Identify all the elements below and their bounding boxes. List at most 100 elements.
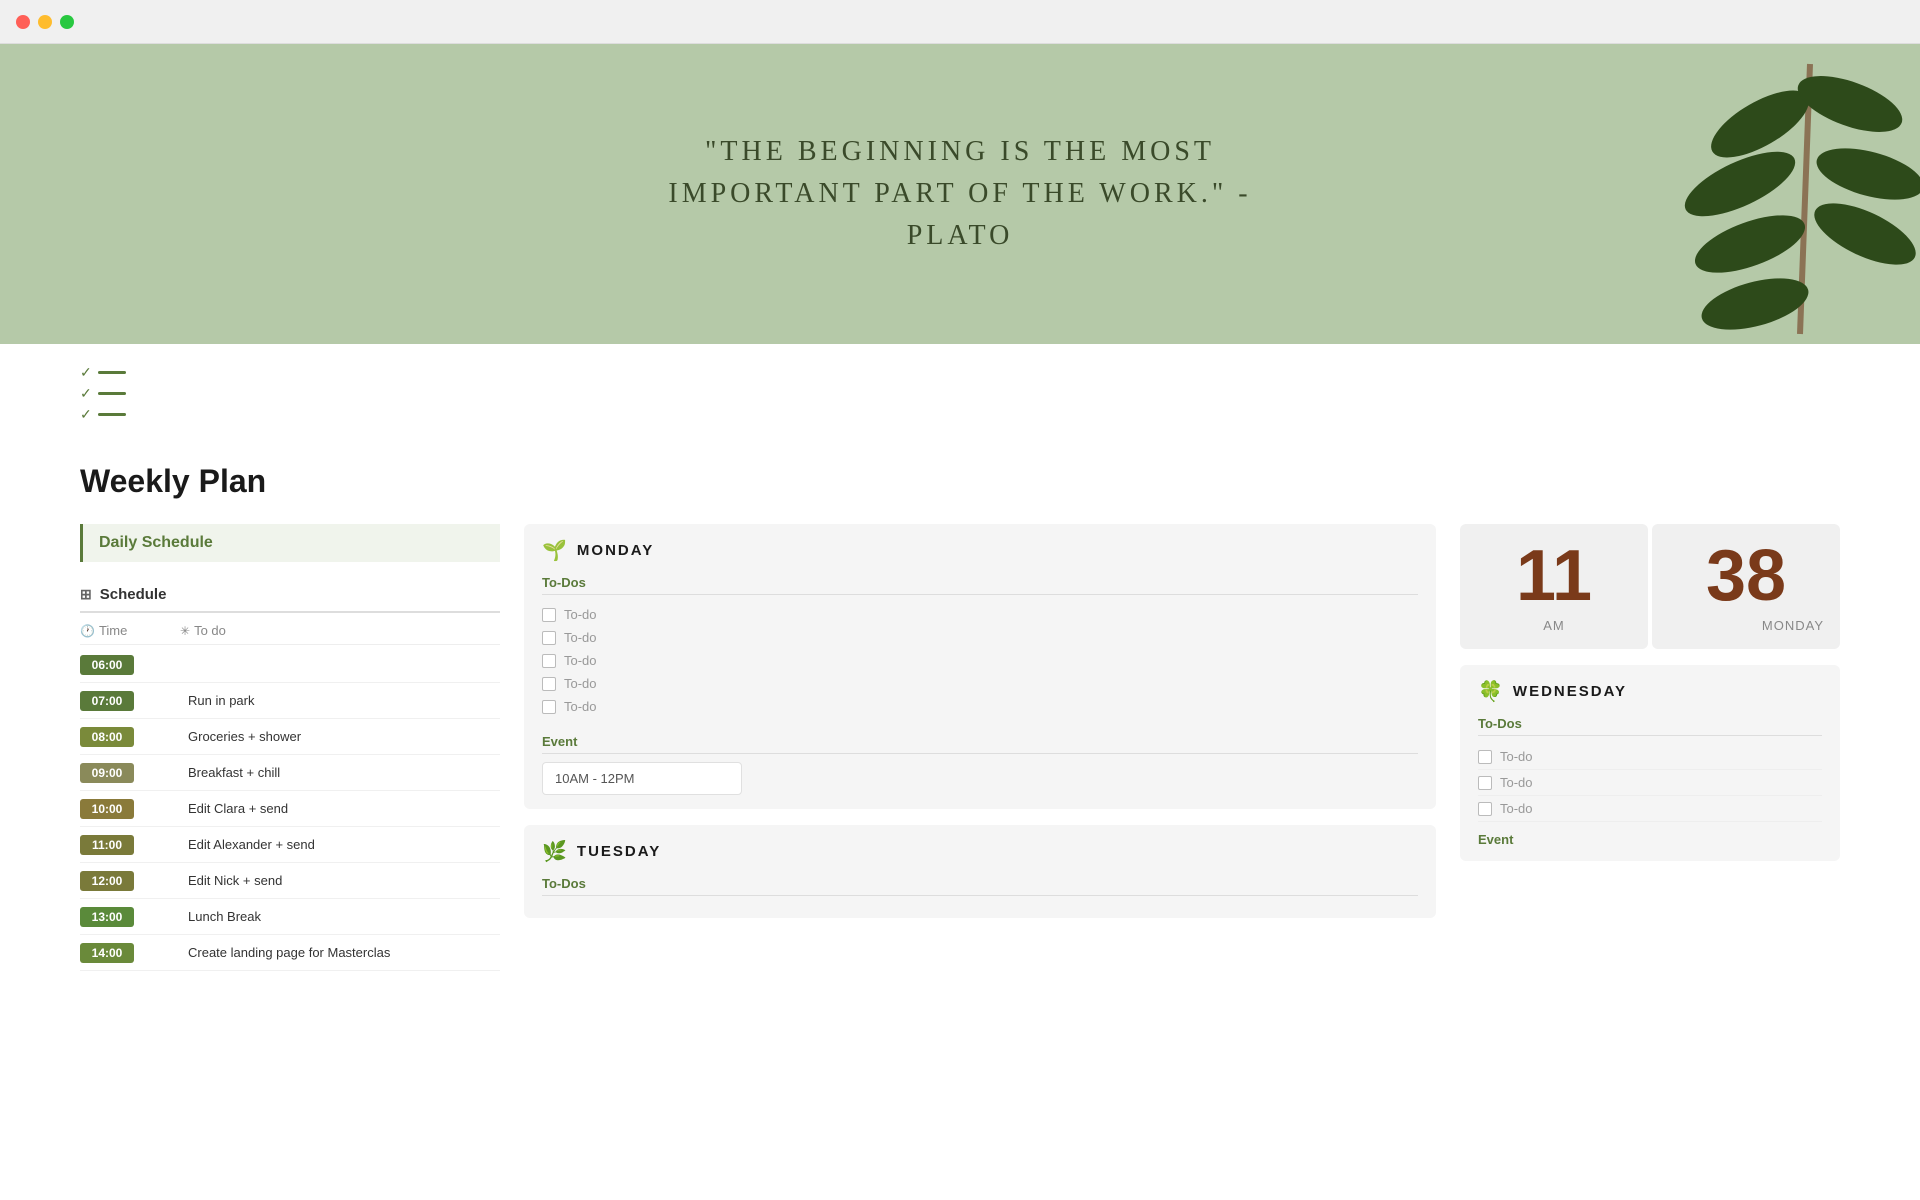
schedule-column-headers: 🕐 Time ✳ To do [80, 617, 500, 645]
clock-icon: 🕐 [80, 624, 95, 638]
clock-minute: 38 [1706, 540, 1786, 612]
schedule-row: 12:00 Edit Nick + send [80, 863, 500, 899]
schedule-rows: 06:00 07:00 Run in park 08:00 Groceries … [80, 647, 500, 971]
check-icon-2: ✓ [80, 385, 92, 402]
wednesday-todo-list: To-do To-do To-do [1478, 744, 1822, 822]
tuesday-name: TUESDAY [577, 843, 661, 860]
right-column: 11 AM 38 MONDAY 🍀 WEDNESDAY To-Dos [1460, 524, 1840, 861]
monday-event-label: Event [542, 734, 1418, 754]
time-cell: 08:00 [80, 727, 180, 747]
time-cell: 07:00 [80, 691, 180, 711]
minimize-button[interactable] [38, 15, 52, 29]
todo-item: To-do [542, 672, 1418, 695]
task-text: Breakfast + chill [180, 761, 500, 784]
daily-schedule-label: Daily Schedule [99, 534, 213, 551]
wednesday-name: WEDNESDAY [1513, 683, 1627, 700]
monday-todo-list: To-do To-do To-do To-do To-do [542, 603, 1418, 718]
maximize-button[interactable] [60, 15, 74, 29]
time-badge: 10:00 [80, 799, 134, 819]
task-text: Edit Alexander + send [180, 833, 500, 856]
wed-todo-item: To-do [1478, 770, 1822, 796]
clock-ampm: AM [1543, 618, 1565, 633]
time-badge: 08:00 [80, 727, 134, 747]
tuesday-card: 🌿 TUESDAY To-Dos [524, 825, 1436, 918]
task-text: Lunch Break [180, 905, 500, 928]
task-text: Run in park [180, 689, 500, 712]
wednesday-icon: 🍀 [1478, 679, 1503, 704]
time-badge: 09:00 [80, 763, 134, 783]
plant-decoration [1600, 44, 1920, 344]
tuesday-icon: 🌿 [542, 839, 567, 864]
task-text [180, 661, 500, 669]
time-badge: 06:00 [80, 655, 134, 675]
page-title: Weekly Plan [80, 463, 1840, 500]
browser-chrome [0, 0, 1920, 44]
monday-todos-label: To-Dos [542, 575, 1418, 595]
todo-item: To-do [542, 626, 1418, 649]
time-cell: 14:00 [80, 943, 180, 963]
schedule-row: 08:00 Groceries + shower [80, 719, 500, 755]
sun-icon: ✳ [180, 624, 190, 638]
monday-event-time[interactable]: 10AM - 12PM [542, 762, 742, 795]
clock-display: 11 AM 38 MONDAY [1460, 524, 1840, 649]
time-cell: 13:00 [80, 907, 180, 927]
todo-column-header: ✳ To do [180, 623, 500, 638]
traffic-lights [16, 15, 74, 29]
time-column-header: 🕐 Time [80, 623, 180, 638]
main-content: Weekly Plan Daily Schedule ⊞ Schedule 🕐 … [0, 443, 1920, 1011]
time-cell: 06:00 [80, 655, 180, 675]
schedule-row: 11:00 Edit Alexander + send [80, 827, 500, 863]
time-badge: 13:00 [80, 907, 134, 927]
app-logo: ✓ ✓ ✓ [80, 364, 130, 423]
todo-checkbox[interactable] [542, 677, 556, 691]
schedule-table-label: Schedule [100, 586, 167, 603]
middle-column: 🌱 MONDAY To-Dos To-do To-do To-do To-do … [524, 524, 1436, 934]
time-badge: 14:00 [80, 943, 134, 963]
clock-minute-cell: 38 MONDAY [1652, 524, 1840, 649]
task-text: Groceries + shower [180, 725, 500, 748]
schedule-row: 13:00 Lunch Break [80, 899, 500, 935]
wednesday-header: 🍀 WEDNESDAY [1478, 679, 1822, 704]
left-column: Daily Schedule ⊞ Schedule 🕐 Time ✳ To do [80, 524, 500, 971]
wednesday-card: 🍀 WEDNESDAY To-Dos To-do To-do To [1460, 665, 1840, 861]
time-badge: 12:00 [80, 871, 134, 891]
clock-hour-cell: 11 AM [1460, 524, 1648, 649]
wed-todo-checkbox[interactable] [1478, 750, 1492, 764]
columns-layout: Daily Schedule ⊞ Schedule 🕐 Time ✳ To do [80, 524, 1840, 971]
time-badge: 07:00 [80, 691, 134, 711]
schedule-row: 07:00 Run in park [80, 683, 500, 719]
todo-checkbox[interactable] [542, 654, 556, 668]
hero-banner: "The Beginning is the most important par… [0, 44, 1920, 344]
todo-item: To-do [542, 695, 1418, 718]
clock-day: MONDAY [1762, 618, 1824, 633]
schedule-row: 09:00 Breakfast + chill [80, 755, 500, 791]
logo-area: ✓ ✓ ✓ [0, 344, 1920, 443]
check-icon-1: ✓ [80, 364, 92, 381]
wed-todo-checkbox[interactable] [1478, 776, 1492, 790]
todo-checkbox[interactable] [542, 631, 556, 645]
time-cell: 12:00 [80, 871, 180, 891]
close-button[interactable] [16, 15, 30, 29]
schedule-row: 14:00 Create landing page for Masterclas [80, 935, 500, 971]
tuesday-header: 🌿 TUESDAY [542, 839, 1418, 864]
hero-quote: "The Beginning is the most important par… [660, 131, 1260, 257]
daily-schedule-header: Daily Schedule [80, 524, 500, 562]
wednesday-todos-label: To-Dos [1478, 716, 1822, 736]
task-text: Edit Clara + send [180, 797, 500, 820]
monday-event-section: Event 10AM - 12PM [542, 734, 1418, 795]
time-cell: 11:00 [80, 835, 180, 855]
clock-hour: 11 [1516, 540, 1592, 612]
wed-todo-item: To-do [1478, 744, 1822, 770]
todo-checkbox[interactable] [542, 700, 556, 714]
monday-name: MONDAY [577, 542, 654, 559]
time-cell: 09:00 [80, 763, 180, 783]
wed-todo-checkbox[interactable] [1478, 802, 1492, 816]
tuesday-todos-label: To-Dos [542, 876, 1418, 896]
schedule-table-header: ⊞ Schedule [80, 578, 500, 613]
todo-item: To-do [542, 649, 1418, 672]
monday-card: 🌱 MONDAY To-Dos To-do To-do To-do To-do … [524, 524, 1436, 809]
check-icon-3: ✓ [80, 406, 92, 423]
todo-checkbox[interactable] [542, 608, 556, 622]
task-text: Edit Nick + send [180, 869, 500, 892]
schedule-row: 10:00 Edit Clara + send [80, 791, 500, 827]
